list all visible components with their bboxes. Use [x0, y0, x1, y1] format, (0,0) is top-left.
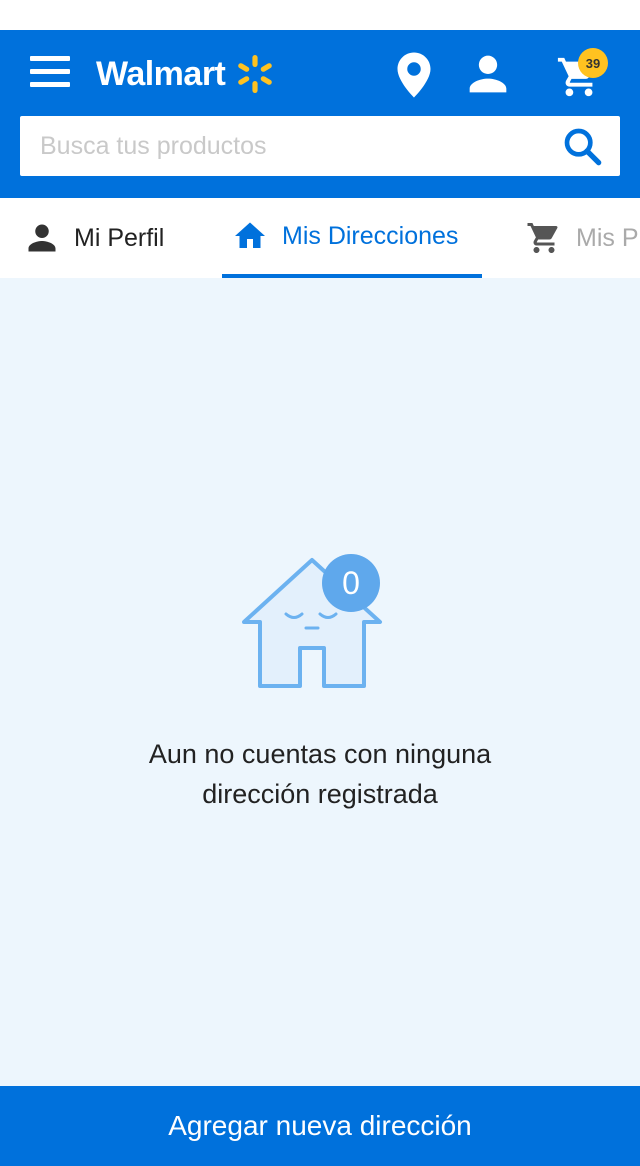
- spark-icon: [238, 55, 273, 93]
- search-input[interactable]: [20, 116, 550, 176]
- empty-message-line1: Aun no cuentas con ninguna: [148, 739, 492, 769]
- menu-button[interactable]: [30, 56, 70, 88]
- walmart-logo[interactable]: Walmart: [96, 50, 277, 98]
- status-bar: [0, 0, 640, 30]
- cart-count-badge: 39: [578, 48, 608, 78]
- search-icon[interactable]: [560, 126, 604, 166]
- addresses-empty-state: 0 Aun no cuentas con ninguna dirección r…: [0, 278, 640, 1086]
- account-icon[interactable]: [466, 52, 510, 96]
- tab-mis-pedidos[interactable]: Mis P: [526, 198, 639, 278]
- person-icon: [28, 224, 56, 252]
- tab-mis-direcciones[interactable]: Mis Direcciones: [222, 198, 482, 278]
- search-bar: [20, 116, 620, 176]
- tab-mi-perfil[interactable]: Mi Perfil: [24, 198, 164, 278]
- logo-text: Walmart: [96, 54, 226, 93]
- app-header: Walmart 39: [0, 30, 640, 198]
- home-icon: [235, 222, 265, 248]
- address-count-badge: 0: [322, 554, 380, 612]
- account-tabs: Mi Perfil Mis Direcciones Mis P: [0, 198, 640, 278]
- add-address-button[interactable]: Agregar nueva dirección: [0, 1086, 640, 1166]
- cart-button[interactable]: 39: [554, 48, 612, 100]
- location-pin-icon[interactable]: [396, 52, 432, 98]
- tab-label: Mis Direcciones: [282, 221, 459, 250]
- cart-icon: [527, 223, 558, 253]
- add-address-label: Agregar nueva dirección: [168, 1110, 472, 1141]
- tab-label: Mi Perfil: [74, 223, 165, 252]
- tab-label: Mis P: [576, 223, 639, 252]
- empty-message: Aun no cuentas con ninguna dirección reg…: [60, 734, 580, 814]
- empty-message-line2: dirección registrada: [202, 779, 438, 809]
- menu-icon: [30, 56, 70, 61]
